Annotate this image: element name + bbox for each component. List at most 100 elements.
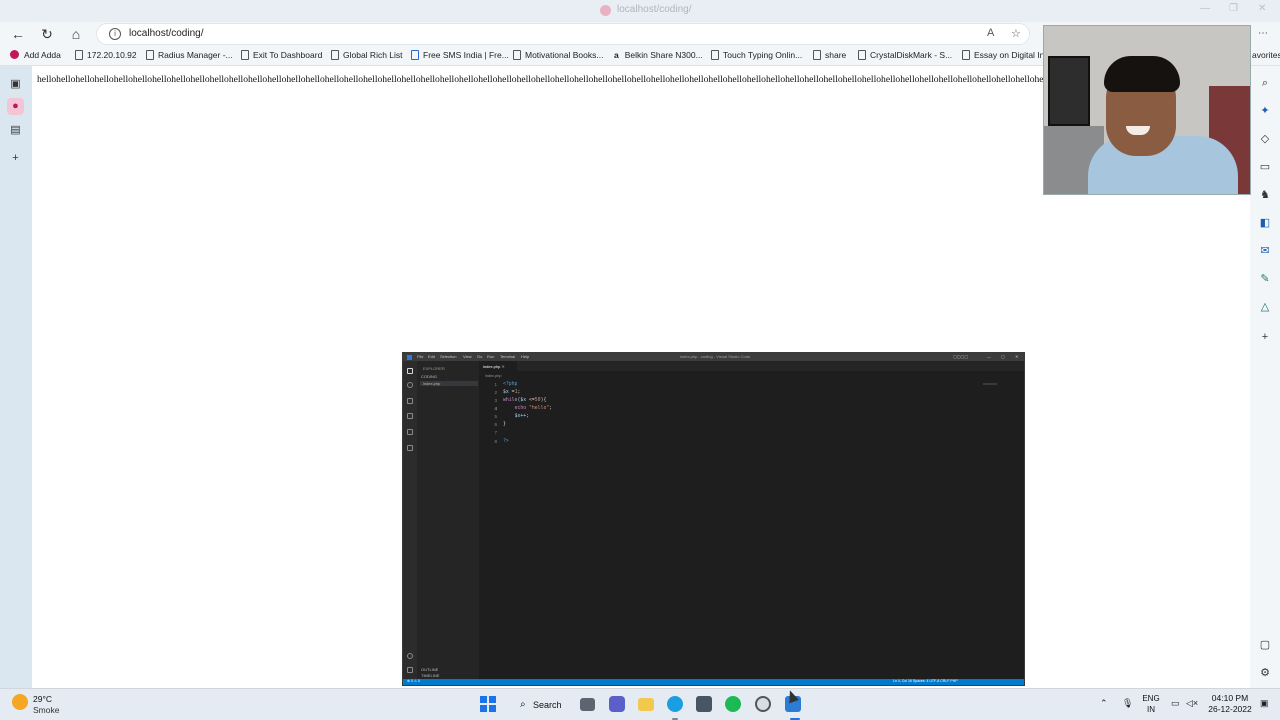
teams-chat-icon[interactable] [609,696,625,712]
vscode-layout-icons[interactable]: ▢▢▢▢ [953,354,968,359]
run-debug-icon[interactable] [407,413,413,419]
weather-sun-icon[interactable] [12,694,28,710]
bookmark-item[interactable]: Radius Manager -... [146,50,233,60]
maximize-button[interactable]: ❐ [1229,3,1238,14]
vscode-menu-edit[interactable]: Edit [428,354,435,359]
bookmark-item[interactable]: Touch Typing Onlin... [711,50,802,60]
search-label: Search [533,700,562,710]
tab-index-php[interactable]: index.php ✕ [479,361,517,371]
timeline-section[interactable]: TIMELINE [421,673,439,678]
discover-icon[interactable]: ✦ [1258,104,1272,118]
file-explorer-icon[interactable] [638,698,654,711]
vscode-menu-file[interactable]: File [417,354,423,359]
add-sidebar-app-icon[interactable]: + [1258,330,1272,344]
code-line[interactable]: while($x <=50){ [503,398,546,403]
search-icon[interactable]: ⌕ [1258,76,1272,90]
shopping-tag-icon[interactable]: ◇ [1258,132,1272,146]
remote-explorer-icon[interactable] [407,445,413,451]
file-index-php[interactable]: index.php [420,381,478,386]
games-icon[interactable]: ♞ [1258,188,1272,202]
outline-section[interactable]: OUTLINE [421,667,438,672]
bookmark-item[interactable]: Free SMS India | Fre... [411,50,509,60]
code-line[interactable]: echo "hello"; [503,406,553,411]
bookmark-label: Exit To Dashboard [253,50,323,60]
taskbar-search[interactable]: ⌕ Search [510,693,566,717]
folder-coding[interactable]: CODING [421,374,437,379]
address-bar[interactable]: i localhost/coding/ A ☆ [96,23,1030,45]
notifications-icon[interactable]: ▣ [1260,698,1269,709]
code-line[interactable]: } [503,422,506,427]
back-arrow-icon[interactable]: ← [9,25,27,43]
vscode-menu-selection[interactable]: Selection [440,354,456,359]
add-favorite-icon[interactable]: ☆ [1011,27,1021,40]
tab-page-icon[interactable]: ▤ [9,124,22,137]
volume-muted-icon[interactable]: ◁× [1186,698,1198,709]
source-control-icon[interactable] [407,398,413,404]
vscode-menu-go[interactable]: Go [477,354,482,359]
manage-gear-icon[interactable] [407,667,413,673]
bookmark-item[interactable]: 172.20.10.92 [75,50,137,60]
input-language[interactable]: ENG IN [1140,693,1162,715]
code-line[interactable]: $x++; [503,414,529,419]
tab-close-icon[interactable]: ✕ [501,364,504,369]
microsoft-store-icon[interactable] [696,696,712,712]
vscode-close-button[interactable]: ✕ [1015,354,1018,359]
code-line[interactable]: ?> [503,439,509,444]
settings-gear-icon[interactable]: ⚙ [1258,666,1272,680]
system-clock[interactable]: 04:10 PM 26-12-2022 [1208,693,1252,715]
extensions-icon[interactable] [407,429,413,435]
bookmark-item[interactable]: Essay on Digital Ind [962,50,1049,60]
vscode-menu-run[interactable]: Run [487,354,494,359]
weather-description[interactable]: Smoke [33,705,59,715]
bookmark-item[interactable]: Motivational Books... [513,50,603,60]
spotify-icon[interactable] [725,696,741,712]
refresh-icon[interactable]: ↻ [38,25,56,43]
search-icon[interactable] [407,382,413,388]
bookmark-item[interactable]: share [813,50,846,60]
status-cursor-info[interactable]: Ln 4, Col 16 Spaces: 4 UTF-8 CRLF PHP [893,679,958,683]
vscode-minimize-button[interactable]: — [987,354,991,359]
account-icon[interactable] [407,653,413,659]
show-hidden-icons-chevron-icon[interactable]: ⌃ [1100,698,1108,709]
status-problems[interactable]: ⊗ 0 ⚠ 0 [407,679,420,683]
vscode-menu-terminal[interactable]: Terminal [500,354,515,359]
read-aloud-icon[interactable]: A [987,27,994,39]
home-icon[interactable]: ⌂ [67,25,85,43]
bookmark-item[interactable]: CrystalDiskMark - S... [858,50,952,60]
microphone-icon[interactable]: 🎙 [1122,698,1133,709]
vscode-maximize-button[interactable]: ▢ [1001,354,1005,359]
task-view-icon[interactable] [580,698,595,711]
office-icon[interactable]: ◧ [1258,216,1272,230]
bookmark-item[interactable]: Exit To Dashboard [241,50,322,60]
vscode-menu-help[interactable]: Help [521,354,529,359]
sidebar-layout-icon[interactable]: ▢ [1258,638,1272,652]
tools-icon[interactable]: ▭ [1258,160,1272,174]
chrome-icon[interactable] [755,696,771,712]
tab-actions-icon[interactable]: ▣ [9,78,22,91]
line-number: 5 [494,414,497,419]
close-window-button[interactable]: ✕ [1258,3,1266,14]
site-info-icon[interactable]: i [109,28,121,40]
explorer-icon[interactable] [407,368,413,374]
address-url[interactable]: localhost/coding/ [129,28,204,39]
bookmark-item[interactable]: Global Rich List [331,50,403,60]
bookmark-item[interactable]: a Belkin Share N300... [614,50,703,60]
designer-icon[interactable]: ✎ [1258,272,1272,286]
active-tab-favicon-icon[interactable]: ● [7,98,24,115]
network-icon[interactable]: ▭ [1171,698,1180,709]
bookmarks-overflow[interactable]: avorites [1252,50,1280,60]
vscode-menu-view[interactable]: View [463,354,472,359]
more-menu-icon[interactable]: ⋯ [1258,28,1268,39]
outlook-icon[interactable]: ✉ [1258,244,1272,258]
edge-browser-icon[interactable] [667,696,683,712]
breadcrumb[interactable]: index.php [485,374,501,378]
page-icon [858,50,866,60]
code-line[interactable]: <?php [503,382,517,387]
new-tab-icon[interactable]: + [9,152,22,165]
code-line[interactable]: $x =1; [503,390,520,395]
weather-temperature[interactable]: 29°C [33,694,52,704]
drop-icon[interactable]: △ [1258,300,1272,314]
minimize-button[interactable]: — [1200,3,1210,14]
bookmark-item[interactable]: Add Adda [10,50,61,60]
start-button[interactable] [480,696,496,712]
